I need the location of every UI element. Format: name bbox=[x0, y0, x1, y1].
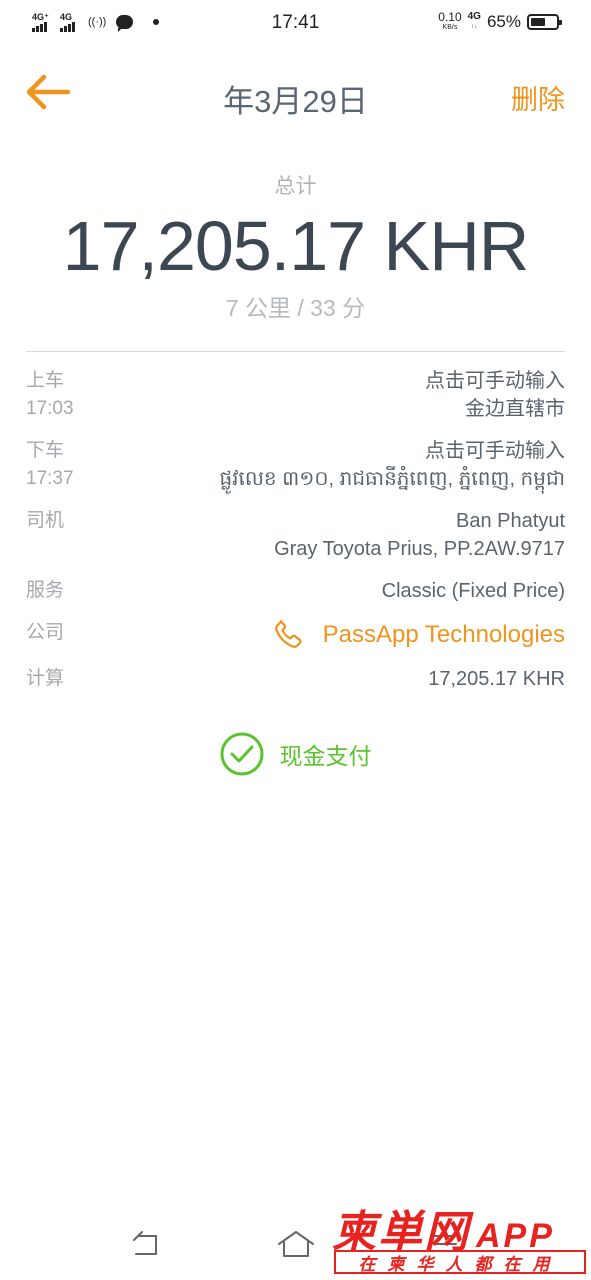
nav-back-icon bbox=[133, 1231, 157, 1255]
dropoff-address: ផ្លូវលេខ ៣១០, រាជធានីភ្នំពេញ, ភ្នំពេញ, ក… bbox=[219, 468, 565, 490]
delete-button[interactable]: 删除 bbox=[511, 78, 565, 117]
calculation-label: 计算 bbox=[26, 668, 65, 689]
battery-icon bbox=[527, 13, 562, 30]
dropoff-manual-input[interactable]: 点击可手动输入 bbox=[425, 437, 565, 465]
total-label: 总计 bbox=[274, 175, 317, 198]
company-call-link[interactable]: PassApp Technologies bbox=[271, 617, 565, 653]
company-label: 公司 bbox=[26, 622, 65, 643]
nav-home-button[interactable] bbox=[276, 1228, 316, 1265]
home-icon bbox=[278, 1231, 314, 1257]
check-circle-icon bbox=[220, 732, 263, 776]
calculation-row: 计算 17,205.17 KHR bbox=[26, 665, 565, 693]
header: 年3月29日 删除 bbox=[0, 62, 591, 122]
dropoff-time: 17:37 bbox=[26, 468, 74, 489]
company-row: 公司 PassApp Technologies bbox=[26, 619, 565, 653]
network-activity-arrows: ↑↓ bbox=[471, 23, 478, 30]
network-speed: 0.10 KB/s bbox=[438, 11, 461, 32]
dropoff-label: 下车 bbox=[26, 440, 65, 461]
watermark-logo: 柬単网 APP 在柬华人都在用 bbox=[332, 1196, 588, 1278]
driver-row: 司机 Ban Phatyut Gray Toyota Prius, PP.2AW… bbox=[26, 507, 565, 563]
distance-duration: 7 公里 / 33 分 bbox=[225, 295, 366, 321]
pickup-address: 金边直辖市 bbox=[465, 398, 565, 420]
pickup-time: 17:03 bbox=[26, 398, 74, 419]
battery-percent: 65% bbox=[486, 11, 521, 31]
service-label: 服务 bbox=[26, 580, 65, 601]
phone-icon bbox=[274, 620, 302, 648]
status-bar-right: 0.10 KB/s 4G ↑↓ 65% bbox=[438, 10, 562, 32]
pickup-row: 上车 17:03 点击可手动输入 金边直辖市 bbox=[26, 367, 565, 423]
driver-name: Ban Phatyut bbox=[456, 510, 565, 532]
network-speed-unit: KB/s bbox=[442, 24, 458, 31]
network-type-label: 4G bbox=[467, 10, 481, 22]
calculation-value: 17,205.17 KHR bbox=[428, 668, 565, 690]
battery-fill bbox=[531, 17, 546, 26]
company-name: PassApp Technologies bbox=[322, 621, 565, 648]
pickup-label: 上车 bbox=[26, 370, 65, 391]
status-bar: 4G⁺ 4G ((·)) 17:41 0.10 KB/s 4G ↑↓ 65% bbox=[0, 0, 591, 46]
service-row: 服务 Classic (Fixed Price) bbox=[26, 577, 565, 605]
payment-method: 现金支付 bbox=[0, 732, 591, 776]
service-value: Classic (Fixed Price) bbox=[381, 580, 565, 602]
total-amount: 17,205.17 KHR bbox=[62, 207, 530, 285]
nav-back-button[interactable] bbox=[130, 1230, 162, 1263]
payment-label: 现金支付 bbox=[279, 743, 372, 769]
driver-label: 司机 bbox=[26, 510, 65, 531]
network-type-icon: 4G ↑↓ bbox=[467, 10, 481, 32]
driver-vehicle: Gray Toyota Prius, PP.2AW.9717 bbox=[274, 538, 565, 560]
watermark-slogan-box: 在柬华人都在用 bbox=[334, 1250, 586, 1274]
page-title: 年3月29日 bbox=[223, 84, 368, 119]
network-speed-value: 0.10 bbox=[438, 10, 462, 24]
pickup-manual-input[interactable]: 点击可手动输入 bbox=[425, 367, 565, 395]
watermark-slogan: 在柬华人都在用 bbox=[358, 1254, 562, 1274]
dropoff-row: 下车 17:37 点击可手动输入 ផ្លូវលេខ ៣១០, រាជធានីភ្… bbox=[26, 437, 565, 493]
divider bbox=[26, 351, 565, 352]
